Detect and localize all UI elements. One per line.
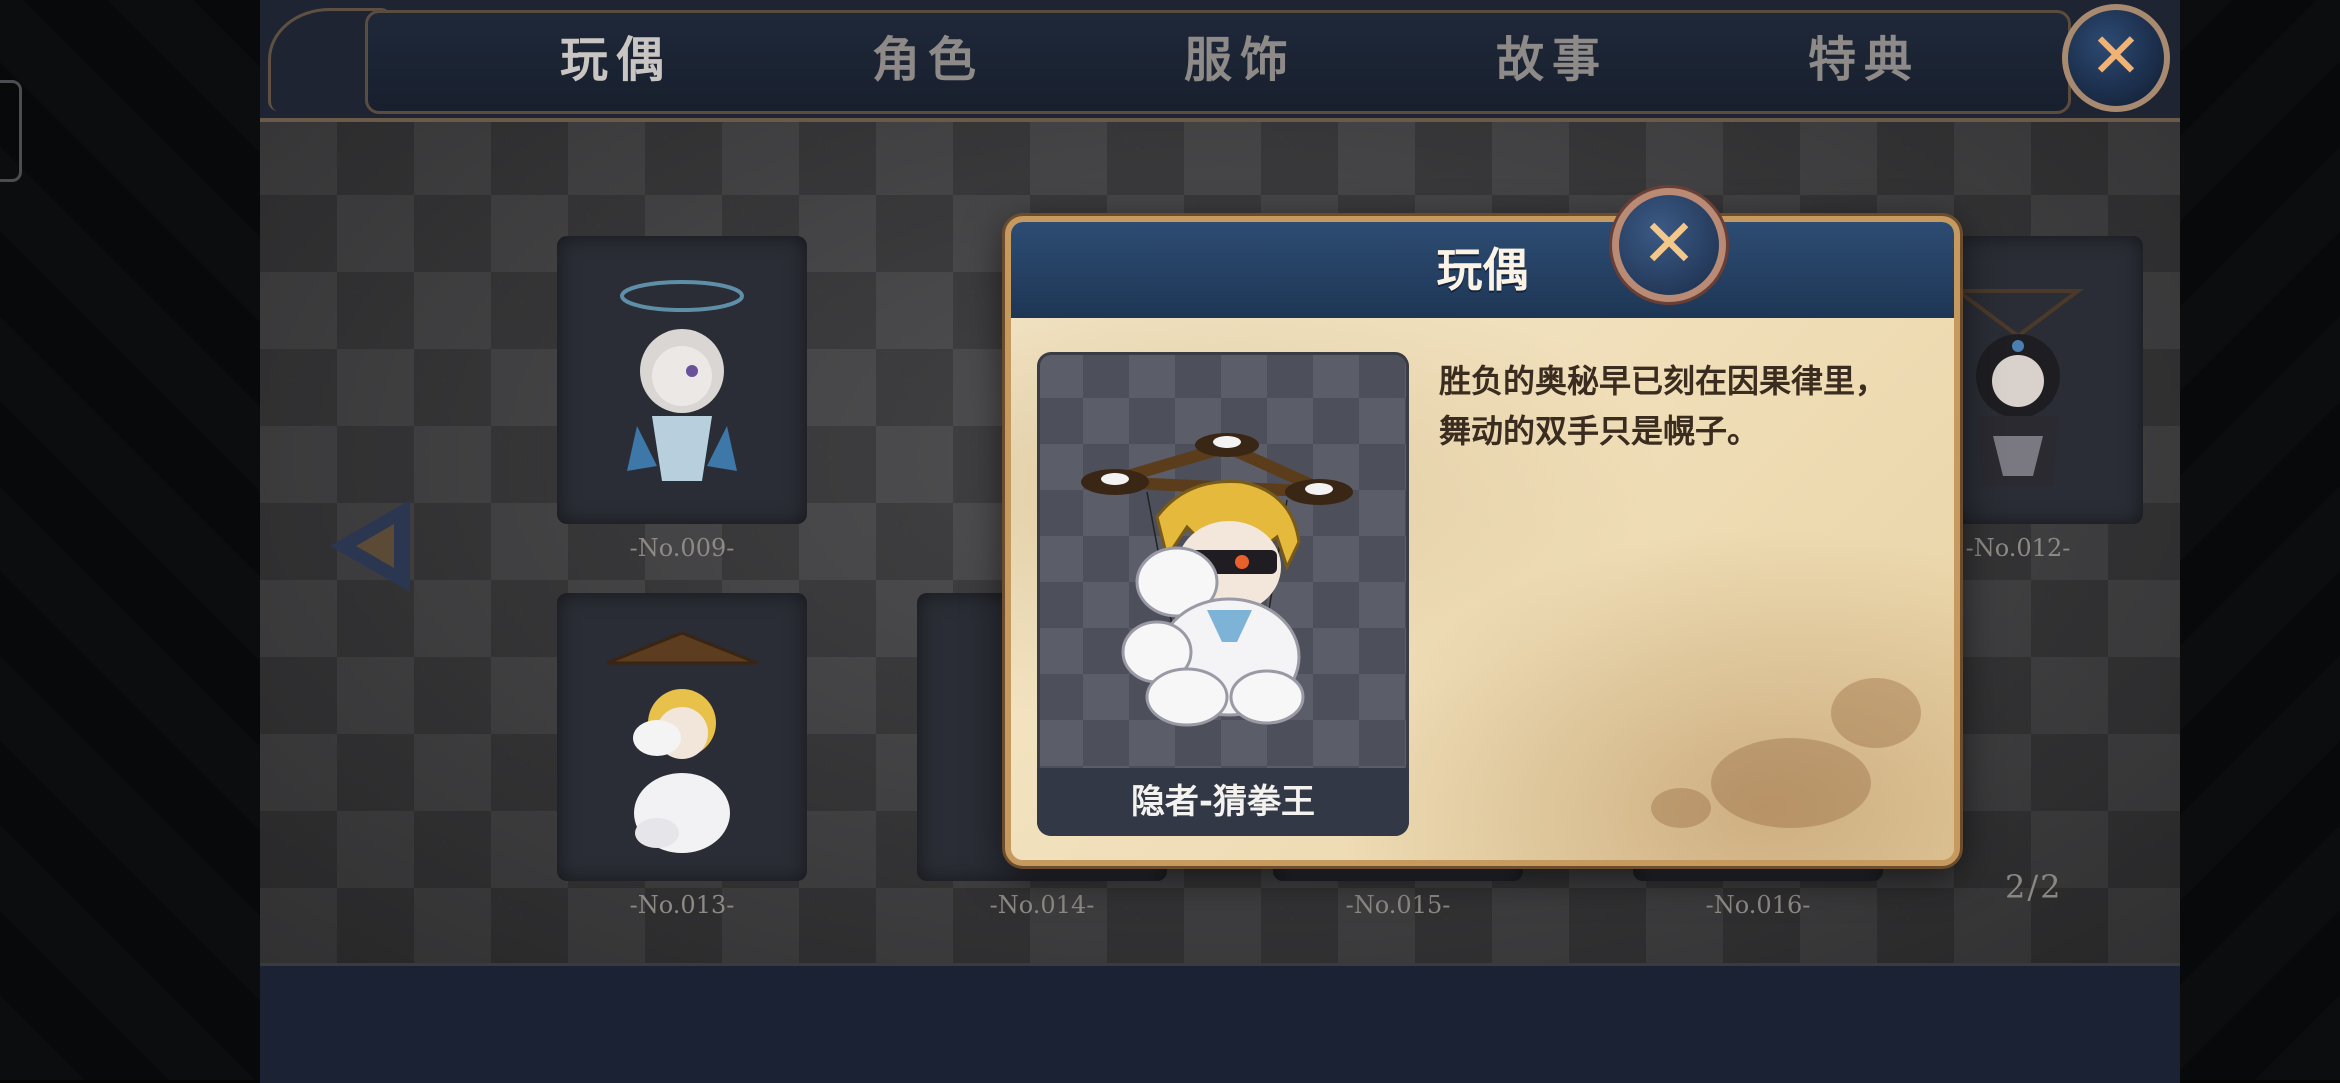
doll-card-013-label: -No.013-: [629, 891, 735, 919]
doll-description: 胜负的奥秘早已刻在因果律里， 舞动的双手只是幌子。: [1439, 356, 1939, 456]
doll-card-009[interactable]: [557, 236, 807, 524]
description-line-2: 舞动的双手只是幌子。: [1439, 412, 1760, 450]
parchment-stain: [1711, 738, 1871, 828]
doll-card-016-label: -No.016-: [1705, 891, 1811, 919]
doll-card-014-label: -No.014-: [989, 891, 1095, 919]
bottom-bar: [260, 963, 2180, 1083]
arrow-left-icon: [356, 524, 394, 568]
tab-story[interactable]: 故事: [1396, 20, 1708, 100]
back-gesture-icon[interactable]: [0, 80, 22, 182]
parchment-stain: [1831, 678, 1921, 748]
description-line-1: 胜负的奥秘早已刻在因果律里，: [1439, 362, 1888, 400]
doll-card-013[interactable]: [557, 593, 807, 881]
dialog-title: 玩偶: [1436, 243, 1529, 297]
doll-detail-dialog: 玩偶 隐者-猜拳王 胜负的奥秘早已刻在因果律里， 舞动的双手只是幌子。: [1005, 216, 1960, 866]
character-name: 隐者-猜拳王: [1037, 768, 1409, 836]
page-indicator: 2/2: [2005, 868, 2063, 906]
puppet-illustration: [1081, 433, 1353, 727]
tab-dolls[interactable]: 玩偶: [460, 20, 772, 100]
character-portrait: 隐者-猜拳王: [1037, 352, 1409, 836]
close-icon: ✕: [1641, 205, 1697, 282]
close-button-top[interactable]: ✕: [2062, 4, 2170, 112]
screen-edge-left: [0, 0, 260, 1080]
screen-edge-right: [2180, 0, 2340, 1080]
tab-list: 玩偶 角色 服饰 故事 特典: [460, 20, 2020, 100]
doll-card-009-label: -No.009-: [629, 534, 735, 562]
parchment-stain: [1651, 788, 1711, 828]
top-nav-bar: 玩偶 角色 服饰 故事 特典: [260, 0, 2180, 122]
tab-costumes[interactable]: 服饰: [1084, 20, 1396, 100]
tab-characters[interactable]: 角色: [772, 20, 1084, 100]
close-icon: ✕: [2090, 19, 2142, 92]
doll-thumbnail: [620, 280, 744, 481]
dialog-body: 隐者-猜拳王 胜负的奥秘早已刻在因果律里， 舞动的双手只是幌子。: [1011, 318, 1954, 860]
game-screen: 玩偶 角色 服饰 故事 特典 ✕ -No.009- -No.012- -No.0…: [260, 0, 2180, 1083]
tab-extras[interactable]: 特典: [1708, 20, 2020, 100]
close-button-dialog[interactable]: ✕: [1612, 188, 1726, 302]
doll-card-015-label: -No.015-: [1345, 891, 1451, 919]
doll-thumbnail: [606, 631, 758, 853]
